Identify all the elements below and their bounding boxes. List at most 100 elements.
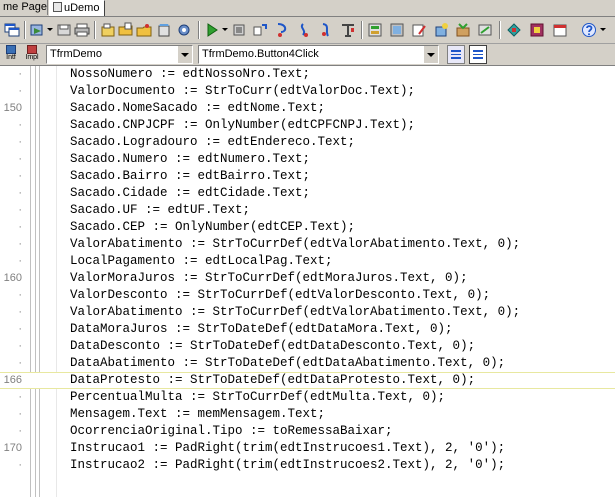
code-line[interactable]: 170 Instrucao1 := PadRight(trim(edtInstru…: [0, 440, 615, 457]
implementation-icon: [27, 45, 37, 54]
code-line[interactable]: · DataAbatimento := StrToDateDef(edtDataA…: [0, 355, 615, 372]
line-number: 160: [3, 272, 22, 284]
code-editor[interactable]: · NossoNumero := edtNossoNro.Text; · ValorD…: [0, 66, 615, 497]
run-button[interactable]: [203, 21, 221, 38]
line-number: ·: [18, 408, 22, 420]
run-dropdown-arrow[interactable]: [222, 28, 228, 31]
print-button[interactable]: [73, 21, 91, 38]
code-line[interactable]: · Sacado.Cidade := edtCidade.Text;: [0, 185, 615, 202]
pause-button[interactable]: [230, 21, 248, 38]
toggle-form-unit-button[interactable]: [410, 21, 428, 38]
code-line[interactable]: · Sacado.CNPJCPF := OnlyNumber(edtCPFCNPJ…: [0, 117, 615, 134]
help-dropdown-arrow[interactable]: [600, 28, 606, 31]
code-line[interactable]: · NossoNumero := edtNossoNro.Text;: [0, 66, 615, 83]
line-number: ·: [18, 238, 22, 250]
trace-into-button[interactable]: [274, 21, 292, 38]
code-line[interactable]: · PercentualMulta := StrToCurrDef(edtMult…: [0, 389, 615, 406]
code-line[interactable]: · Sacado.Numero := edtNumero.Text;: [0, 151, 615, 168]
class-combo[interactable]: TfrmDemo: [46, 45, 193, 64]
code-line[interactable]: · DataDesconto := StrToDateDef(edtDataDes…: [0, 338, 615, 355]
method-combo[interactable]: TfrmDemo.Button4Click: [198, 45, 439, 64]
code-text: LocalPagamento := edtLocalPag.Text;: [70, 254, 333, 268]
evaluate-button[interactable]: [339, 21, 357, 38]
code-line[interactable]: · Sacado.CEP := OnlyNumber(edtCEP.Text);: [0, 219, 615, 236]
calendar-button[interactable]: [551, 21, 569, 38]
component-button[interactable]: [155, 21, 173, 38]
settings-button[interactable]: [175, 21, 193, 38]
help-icon: [582, 22, 596, 37]
center-view-button[interactable]: [469, 45, 487, 64]
code-line[interactable]: · OcorrenciaOriginal.Tipo := toRemessaBai…: [0, 423, 615, 440]
line-number: ·: [18, 289, 22, 301]
print-icon: [74, 23, 90, 36]
new-unit-button[interactable]: [99, 21, 117, 38]
code-line[interactable]: 150 Sacado.NomeSacado := edtNome.Text;: [0, 100, 615, 117]
watch-button[interactable]: [318, 21, 336, 38]
line-number: ·: [18, 323, 22, 335]
line-number: ·: [18, 459, 22, 471]
step-over-icon: [253, 23, 267, 35]
line-number: 166: [3, 374, 22, 386]
database-button[interactable]: [505, 21, 523, 38]
method-combo-dropdown-button[interactable]: [423, 46, 438, 63]
new-form-button[interactable]: [432, 21, 450, 38]
open-project-button[interactable]: [28, 21, 46, 38]
sql-button[interactable]: [528, 21, 546, 38]
line-number: ·: [18, 68, 22, 80]
view-unit-button[interactable]: [366, 21, 384, 38]
code-text: DataMoraJuros := StrToDateDef(edtDataMor…: [70, 322, 453, 336]
open-dropdown-arrow[interactable]: [47, 28, 53, 31]
code-text: Sacado.NomeSacado := edtNome.Text;: [70, 101, 326, 115]
code-line[interactable]: · LocalPagamento := edtLocalPag.Text;: [0, 253, 615, 270]
code-text: DataDesconto := StrToDateDef(edtDataDesc…: [70, 339, 476, 353]
code-line[interactable]: 160 ValorMoraJuros := StrToCurrDef(edtMor…: [0, 270, 615, 287]
code-text: NossoNumero := edtNossoNro.Text;: [70, 67, 311, 81]
interface-button[interactable]: Intf: [1, 45, 21, 64]
help-button[interactable]: [580, 21, 598, 38]
code-line[interactable]: · ValorDesconto := StrToCurrDef(edtValorD…: [0, 287, 615, 304]
line-number: ·: [18, 136, 22, 148]
code-line[interactable]: · Mensagem.Text := memMensagem.Text;: [0, 406, 615, 423]
line-number: 170: [3, 442, 22, 454]
tab-udemo[interactable]: uDemo: [49, 0, 105, 16]
code-text: ValorAbatimento := StrToCurrDef(edtValor…: [70, 305, 521, 319]
step-over-button[interactable]: [251, 21, 269, 38]
code-line[interactable]: · DataMoraJuros := StrToDateDef(edtDataMo…: [0, 321, 615, 338]
open-file-button[interactable]: [117, 21, 135, 38]
code-text: ValorDesconto := StrToCurrDef(edtValorDe…: [70, 288, 491, 302]
save-button[interactable]: [55, 21, 73, 38]
code-text: Instrucao1 := PadRight(trim(edtInstrucoe…: [70, 441, 506, 455]
tab-welcome-page-label: me Page: [3, 1, 48, 13]
code-line[interactable]: · Sacado.UF := edtUF.Text;: [0, 202, 615, 219]
code-line[interactable]: · ValorDocumento := StrToCurr(edtValorDoc…: [0, 83, 615, 100]
save-all-button[interactable]: [135, 21, 153, 38]
code-line[interactable]: · Instrucao2 := PadRight(trim(edtInstruco…: [0, 457, 615, 474]
line-number: ·: [18, 357, 22, 369]
align-view-button[interactable]: [447, 45, 465, 64]
code-line[interactable]: · ValorAbatimento := StrToCurrDef(edtValo…: [0, 304, 615, 321]
line-number: 150: [3, 102, 22, 114]
tab-udemo-label: uDemo: [64, 2, 100, 14]
code-line[interactable]: · Sacado.Logradouro := edtEndereco.Text;: [0, 134, 615, 151]
line-number: ·: [18, 85, 22, 97]
view-form-button[interactable]: [388, 21, 406, 38]
edit-icon: [412, 24, 426, 36]
class-combo-dropdown-button[interactable]: [177, 46, 192, 63]
code-text: Sacado.CEP := OnlyNumber(edtCEP.Text);: [70, 220, 356, 234]
options-button[interactable]: [476, 21, 494, 38]
code-line[interactable]: 166 DataProtesto := StrToDateDef(edtDataP…: [0, 372, 615, 389]
code-text: Sacado.Cidade := edtCidade.Text;: [70, 186, 311, 200]
code-line[interactable]: · ValorAbatimento := StrToCurrDef(edtValo…: [0, 236, 615, 253]
cascade-windows-button[interactable]: [3, 21, 21, 38]
trace-icon: [277, 22, 287, 37]
open-file-icon: [118, 22, 133, 35]
code-line[interactable]: · Sacado.Bairro := edtBairro.Text;: [0, 168, 615, 185]
new-item-button[interactable]: [454, 21, 472, 38]
database-icon: [507, 22, 521, 37]
implementation-button[interactable]: Impl: [22, 45, 42, 64]
line-number: ·: [18, 221, 22, 233]
tab-welcome-page[interactable]: me Page: [0, 0, 48, 15]
code-text: ValorAbatimento := StrToCurrDef(edtValor…: [70, 237, 521, 251]
code-text: Instrucao2 := PadRight(trim(edtInstrucoe…: [70, 458, 506, 472]
run-to-cursor-button[interactable]: [296, 21, 314, 38]
